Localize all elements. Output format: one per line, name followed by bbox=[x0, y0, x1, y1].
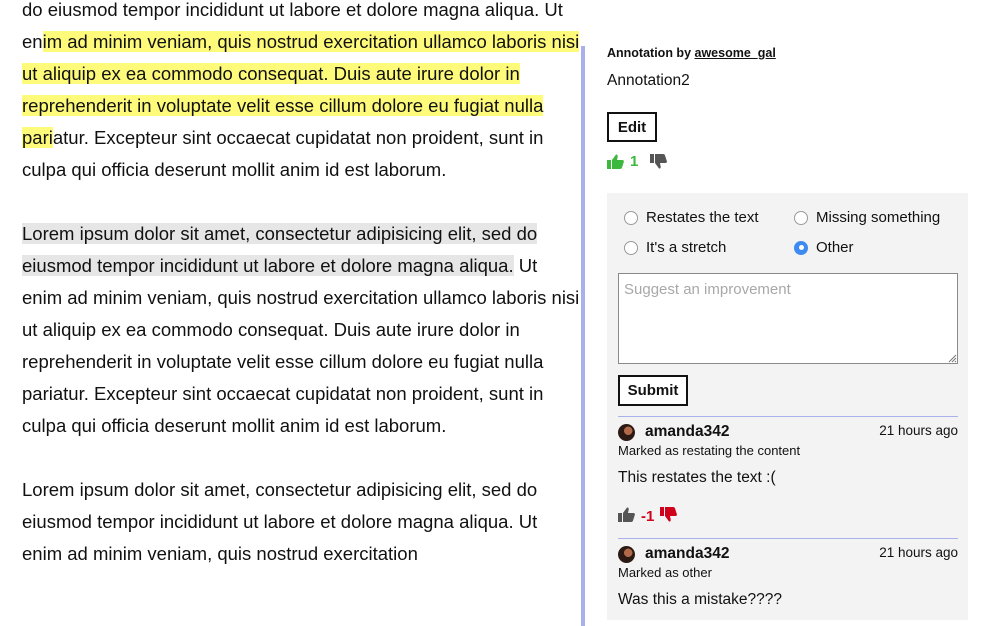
paragraph-3: Lorem ipsum dolor sit amet, consectetur … bbox=[22, 474, 582, 570]
resize-grip-icon[interactable] bbox=[947, 353, 957, 363]
feedback-form: Restates the text Missing something It's… bbox=[607, 193, 968, 620]
comment-user: amanda342 bbox=[618, 545, 729, 563]
thumbs-down-icon[interactable] bbox=[660, 507, 678, 526]
comment-text: This restates the text :( bbox=[618, 469, 776, 486]
radio-circle-selected[interactable] bbox=[794, 240, 808, 255]
paragraph-1: do eiusmod tempor incididunt ut labore e… bbox=[22, 0, 582, 186]
comment-votes: -1 bbox=[618, 507, 678, 526]
edit-button[interactable]: Edit bbox=[607, 112, 657, 142]
avatar bbox=[618, 545, 635, 563]
paragraph-3-text: Lorem ipsum dolor sit amet, consectetur … bbox=[22, 479, 538, 564]
radio-label: It's a stretch bbox=[646, 239, 727, 256]
radio-label: Other bbox=[816, 239, 854, 256]
paragraph-2-after: Ut enim ad minim veniam, quis nostrud ex… bbox=[22, 255, 580, 436]
comment-marked-as: Marked as restating the content bbox=[618, 443, 801, 458]
annotation-panel-rule bbox=[581, 46, 585, 626]
annotation-body: Annotation2 bbox=[607, 72, 690, 89]
avatar bbox=[618, 423, 635, 441]
radio-label: Restates the text bbox=[646, 209, 759, 226]
annotation-header: Annotation by awesome_gal bbox=[607, 46, 776, 60]
comment-item: amanda342 21 hours ago Marked as restati… bbox=[618, 416, 958, 537]
annotation-author-link[interactable]: awesome_gal bbox=[695, 46, 776, 60]
radio-circle[interactable] bbox=[624, 210, 638, 225]
thumbs-down-icon[interactable] bbox=[650, 153, 668, 169]
suggest-improvement-input[interactable] bbox=[618, 273, 958, 364]
comment-timestamp: 21 hours ago bbox=[879, 423, 958, 438]
comment-text: Was this a mistake???? bbox=[618, 591, 782, 608]
comment-username[interactable]: amanda342 bbox=[645, 545, 729, 563]
thumbs-up-icon[interactable] bbox=[618, 507, 635, 526]
document-text: do eiusmod tempor incididunt ut labore e… bbox=[22, 0, 582, 602]
annotation-panel: Annotation by awesome_gal Annotation2 Ed… bbox=[607, 0, 969, 620]
radio-other[interactable]: Other bbox=[794, 239, 854, 256]
radio-missing-something[interactable]: Missing something bbox=[794, 209, 940, 226]
radio-its-a-stretch[interactable]: It's a stretch bbox=[624, 239, 726, 256]
radio-label: Missing something bbox=[816, 209, 941, 226]
comment-timestamp: 21 hours ago bbox=[879, 545, 958, 560]
comment-marked-as: Marked as other bbox=[618, 565, 712, 580]
annotation-by-label: Annotation by bbox=[607, 46, 692, 60]
thumbs-up-icon[interactable] bbox=[607, 153, 624, 169]
paragraph-1-after: atur. Excepteur sint occaecat cupidatat … bbox=[22, 127, 544, 180]
comment-item: amanda342 21 hours ago Marked as other W… bbox=[618, 538, 958, 621]
comment-username[interactable]: amanda342 bbox=[645, 423, 729, 441]
annotation-votes: 1 bbox=[607, 150, 668, 172]
comment-user: amanda342 bbox=[618, 423, 729, 441]
radio-circle[interactable] bbox=[794, 210, 808, 225]
submit-button[interactable]: Submit bbox=[618, 375, 688, 406]
paragraph-2: Lorem ipsum dolor sit amet, consectetur … bbox=[22, 218, 582, 442]
comment-score: -1 bbox=[641, 508, 655, 525]
annotation-score: 1 bbox=[630, 152, 639, 170]
radio-restates-text[interactable]: Restates the text bbox=[624, 209, 759, 226]
selection-highlight[interactable]: Lorem ipsum dolor sit amet, consectetur … bbox=[22, 223, 538, 276]
radio-circle[interactable] bbox=[624, 240, 638, 255]
